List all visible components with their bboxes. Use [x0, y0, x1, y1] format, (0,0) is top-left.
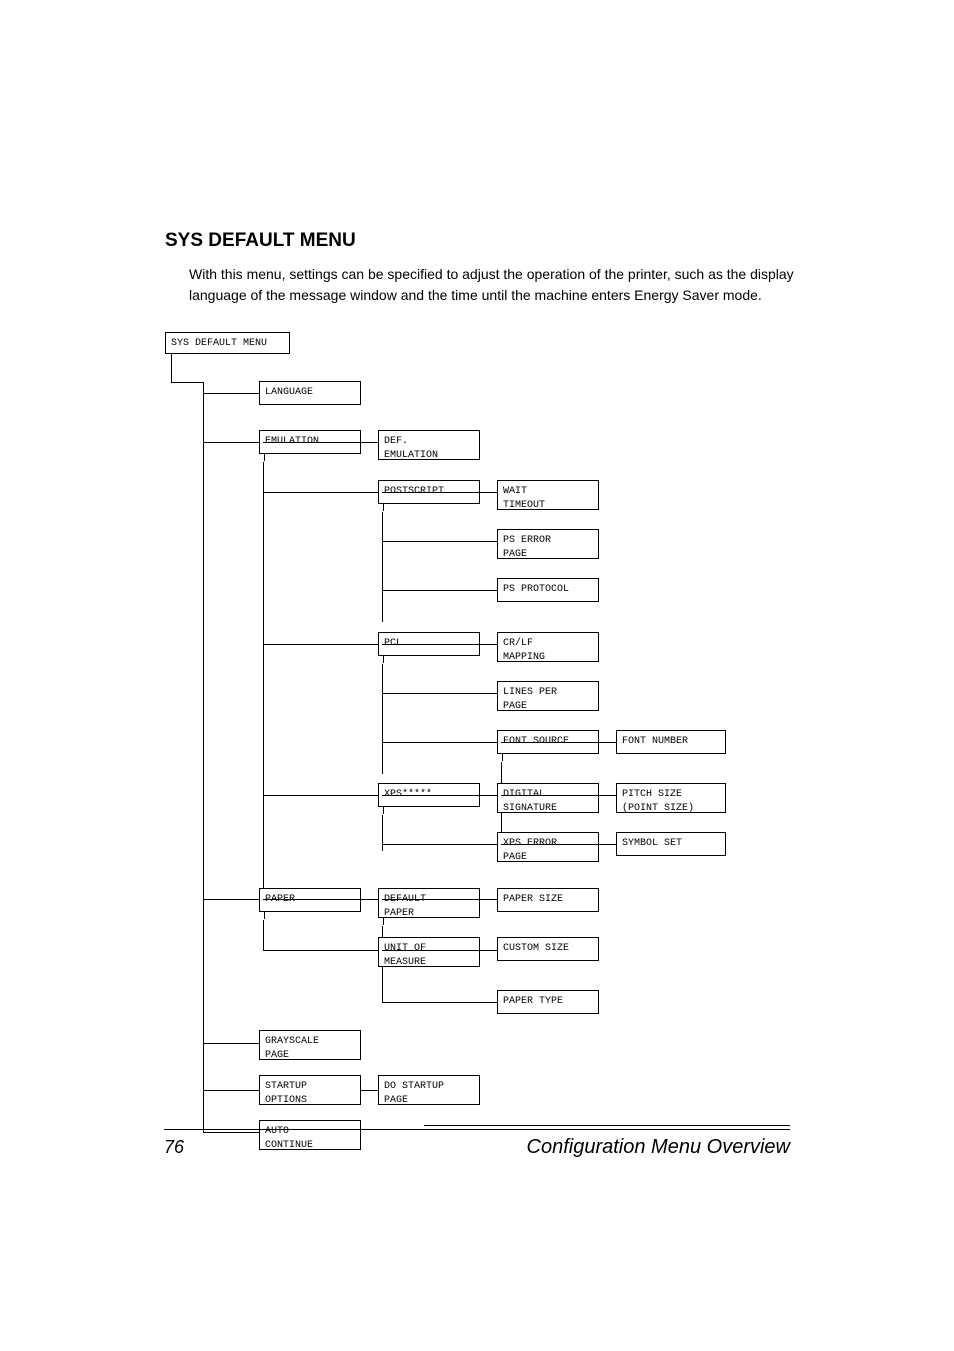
menu-tree-diagram: SYS DEFAULT MENU LANGUAGE EMULATION PAPE…	[165, 332, 805, 1150]
section-heading: SYS DEFAULT MENU	[165, 230, 794, 252]
menu-box-crlf: CR/LF MAPPING	[497, 632, 599, 662]
menu-box-grayscale: GRAYSCALE PAGE	[259, 1030, 361, 1060]
menu-box-do-startup: DO STARTUP PAGE	[378, 1075, 480, 1105]
menu-box-unit-measure: UNIT OF MEASURE	[378, 937, 480, 967]
menu-box-custom-size: CUSTOM SIZE	[497, 937, 599, 961]
menu-box-language: LANGUAGE	[259, 381, 361, 405]
menu-box-def-emu: DEF. EMULATION	[378, 430, 480, 460]
menu-box-symbol-set: SYMBOL SET	[616, 832, 726, 856]
menu-box-wait-timeout: WAIT TIMEOUT	[497, 480, 599, 510]
page-number: 76	[164, 1137, 184, 1158]
menu-box-paper-type: PAPER TYPE	[497, 990, 599, 1014]
menu-box-pitch-size: PITCH SIZE (POINT SIZE)	[616, 783, 726, 813]
menu-box-ps-error: PS ERROR PAGE	[497, 529, 599, 559]
menu-box-paper-size: PAPER SIZE	[497, 888, 599, 912]
page-footer: 76 Configuration Menu Overview	[164, 1125, 790, 1159]
menu-box-root: SYS DEFAULT MENU	[165, 332, 290, 354]
menu-box-digital-sig: DIGITAL SIGNATURE	[497, 783, 599, 813]
footer-title: Configuration Menu Overview	[527, 1136, 790, 1159]
menu-box-lines-per-page: LINES PER PAGE	[497, 681, 599, 711]
menu-box-xps-error: XPS ERROR PAGE	[497, 832, 599, 862]
menu-box-paper: PAPER	[259, 888, 361, 912]
menu-box-font-number: FONT NUMBER	[616, 730, 726, 754]
menu-box-ps-protocol: PS PROTOCOL	[497, 578, 599, 602]
menu-box-startup: STARTUP OPTIONS	[259, 1075, 361, 1105]
body-paragraph: With this menu, settings can be specifie…	[189, 264, 794, 306]
menu-box-default-paper: DEFAULT PAPER	[378, 888, 480, 918]
